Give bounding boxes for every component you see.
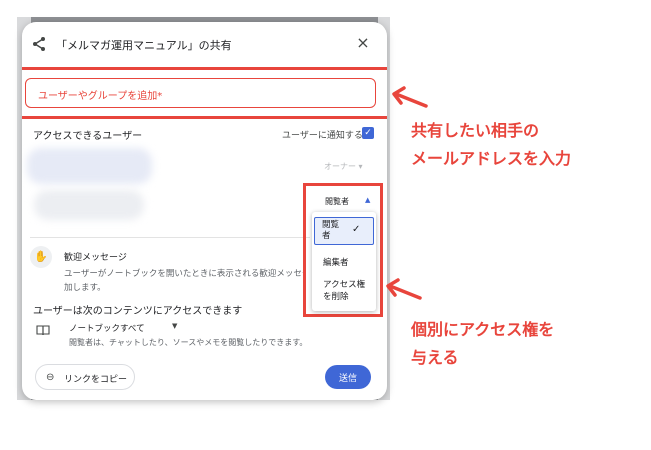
annotation-email-line2: メールアドレスを入力 (411, 149, 572, 168)
chevron-down-icon[interactable]: ▼ (172, 322, 177, 330)
arrow-left-icon (386, 278, 422, 300)
welcome-title[interactable]: 歓迎メッセージ (64, 250, 127, 263)
share-icon (33, 37, 45, 51)
add-users-placeholder: ユーザーやグループを追加* (38, 91, 163, 102)
annotation-access-line2: 与える (411, 348, 459, 367)
owner-role-label: オーナー ▾ (324, 162, 363, 171)
arrow-left-icon (392, 86, 428, 108)
hand-wave-icon: ✋ (30, 246, 52, 268)
welcome-description-cont: 加します。 (64, 283, 106, 293)
welcome-description: ユーザーがノートブックを開いたときに表示される歓迎メッセージを追 (64, 269, 306, 279)
annotation-email: 共有したい相手の メールアドレスを入力 (411, 117, 641, 173)
role-option-remove-access[interactable]: アクセス権を削除 (323, 279, 369, 303)
notify-checkbox[interactable]: ✓ (362, 127, 374, 139)
dialog-title: 「メルマガ運用マニュアル」の共有 (56, 39, 232, 52)
blurred-user-viewer (34, 190, 144, 220)
divider (30, 237, 310, 238)
send-button[interactable]: 送信 (325, 365, 371, 389)
notify-label: ユーザーに通知する (282, 131, 363, 141)
send-label: 送信 (338, 374, 357, 384)
content-scope-select[interactable]: ノートブックすべて (69, 322, 145, 334)
role-option-editor[interactable]: 編集者 (323, 256, 349, 268)
role-option-viewer-label: 閲覧者 (322, 220, 340, 241)
close-icon[interactable]: × (355, 35, 371, 51)
copy-link-button[interactable]: ⊖ リンクをコピー (35, 364, 135, 390)
content-scope-description: 閲覧者は、チャットしたり、ソースやメモを閲覧したりできます。 (69, 338, 308, 347)
blurred-user-owner (27, 148, 152, 184)
check-icon: ✓ (352, 224, 361, 235)
annotation-access: 個別にアクセス権を 与える (411, 316, 641, 372)
users-heading: アクセスできるユーザー (33, 131, 143, 142)
add-users-input[interactable]: ユーザーやグループを追加* (25, 78, 376, 108)
role-option-viewer[interactable]: 閲覧者 ✓ (314, 217, 374, 245)
role-dropdown-menu: 閲覧者 ✓ 編集者 アクセス権を削除 (312, 212, 376, 311)
copy-link-label: リンクをコピー (64, 375, 128, 385)
link-icon: ⊖ (46, 372, 55, 383)
book-icon (36, 325, 50, 336)
input-highlight-frame: ユーザーやグループを追加* (22, 67, 387, 119)
annotation-access-line1: 個別にアクセス権を (411, 320, 555, 339)
content-access-heading: ユーザーは次のコンテンツにアクセスできます (33, 306, 243, 317)
annotation-email-line1: 共有したい相手の (411, 121, 540, 140)
